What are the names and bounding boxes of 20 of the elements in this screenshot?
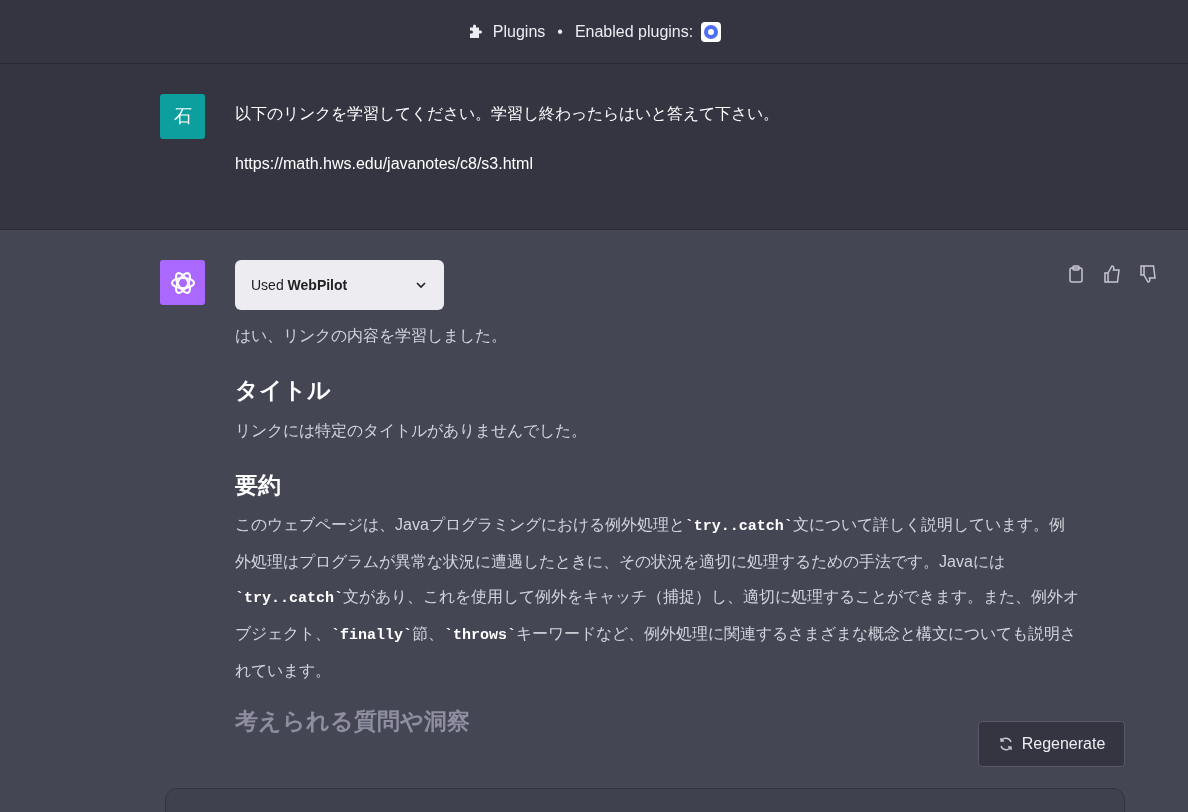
plugin-logo-icon — [701, 21, 722, 42]
section-heading: 要約 — [235, 471, 282, 500]
plugin-dropdown[interactable]: Used WebPilot — [235, 260, 444, 310]
section-heading: タイトル — [235, 377, 332, 405]
link-text: https://math.hws.edu/javanotes/c8/s3.html — [235, 154, 534, 174]
clipboard-icon[interactable] — [1066, 264, 1086, 284]
message-text: 以下のリンクを学習してください。学習し終わったらはいと答えて下さい。 — [235, 104, 779, 124]
refresh-icon — [997, 736, 1014, 752]
assistant-avatar — [160, 260, 205, 305]
message-text: リンクには特定のタイトルがありませんでした。 — [235, 420, 588, 441]
plugins-label: Plugins — [492, 21, 546, 42]
enabled-plugins-label: Enabled plugins: — [574, 21, 694, 42]
separator-dot: • — [557, 21, 563, 42]
user-avatar: 石 — [160, 94, 205, 139]
message-text: このウェブページは、Javaプログラミングにおける例外処理と`try..catch`文について詳しく説明しています。例外処理はプログラムが異常な状況に遭遇したときに、その状況を適切に処理するための手法です。Javaには`try..catch`文があり、これを使用して例外をキャッチ（捕捉）し、適切に処理することができます。また、例外オブジェクト、`finally`節、`throws`キーワードなど、例外処理に関連するさまざまな概念と構文についても説明されています。 — [235, 515, 1080, 682]
message-text: はい、リンクの内容を学習しました。 — [235, 326, 508, 346]
section-heading: 考えられる質問や洞察 — [235, 708, 471, 736]
regenerate-button[interactable]: Regenerate — [978, 721, 1125, 767]
thumbs-down-icon[interactable] — [1138, 264, 1158, 284]
thumbs-up-icon[interactable] — [1102, 264, 1122, 284]
